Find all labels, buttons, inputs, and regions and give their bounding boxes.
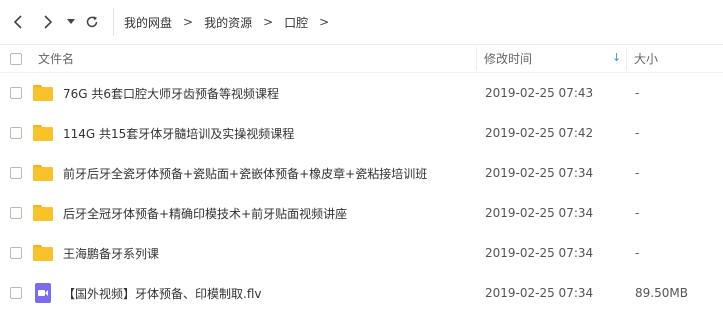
column-divider[interactable] bbox=[626, 47, 627, 70]
file-name[interactable]: 王海鹏备牙系列课 bbox=[63, 233, 159, 273]
file-name[interactable]: 前牙后牙全瓷牙体预备+瓷贴面+瓷嵌体预备+橡皮章+瓷粘接培训班 bbox=[63, 153, 427, 193]
column-header: 文件名 修改时间 ↓ 大小 bbox=[0, 45, 723, 72]
file-modified: 2019-02-25 07:34 bbox=[485, 246, 594, 260]
column-header-modified[interactable]: 修改时间 bbox=[484, 45, 532, 72]
file-name[interactable]: 76G 共6套口腔大师牙齿预备等视频课程 bbox=[63, 73, 279, 113]
column-divider[interactable] bbox=[476, 47, 477, 70]
file-name[interactable]: 114G 共15套牙体牙髓培训及实操视频课程 bbox=[63, 113, 294, 153]
breadcrumb: 我的网盘 > 我的资源 > 口腔 > bbox=[124, 13, 340, 31]
row-checkbox[interactable] bbox=[10, 287, 22, 299]
folder-icon bbox=[33, 85, 53, 101]
file-modified: 2019-02-25 07:34 bbox=[485, 166, 594, 180]
file-size: - bbox=[635, 166, 640, 180]
toolbar: 我的网盘 > 我的资源 > 口腔 > bbox=[0, 0, 723, 44]
row-checkbox[interactable] bbox=[10, 127, 22, 139]
breadcrumb-item-oral[interactable]: 口腔 bbox=[284, 14, 308, 31]
file-size: 89.50MB bbox=[635, 286, 688, 300]
refresh-icon bbox=[86, 16, 98, 28]
file-name[interactable]: 【国外视频】牙体预备、印模制取.flv bbox=[63, 273, 261, 313]
refresh-button[interactable] bbox=[82, 12, 102, 32]
select-all-checkbox[interactable] bbox=[10, 52, 22, 65]
back-button[interactable] bbox=[8, 12, 28, 32]
folder-icon bbox=[33, 125, 53, 141]
breadcrumb-item-my-netdisk[interactable]: 我的网盘 bbox=[124, 14, 172, 31]
file-modified: 2019-02-25 07:34 bbox=[485, 286, 594, 300]
folder-icon bbox=[33, 205, 53, 221]
video-file-icon bbox=[35, 283, 51, 303]
folder-icon bbox=[33, 165, 53, 181]
row-checkbox[interactable] bbox=[10, 87, 22, 99]
file-row[interactable]: 前牙后牙全瓷牙体预备+瓷贴面+瓷嵌体预备+橡皮章+瓷粘接培训班 2019-02-… bbox=[0, 153, 723, 193]
column-header-size[interactable]: 大小 bbox=[634, 45, 658, 72]
sort-descending-icon[interactable]: ↓ bbox=[612, 51, 622, 65]
breadcrumb-separator: > bbox=[263, 15, 274, 29]
column-header-name[interactable]: 文件名 bbox=[38, 45, 74, 72]
history-dropdown-button[interactable] bbox=[64, 12, 78, 32]
file-size: - bbox=[635, 126, 640, 140]
caret-down-icon bbox=[67, 19, 75, 24]
file-row[interactable]: 王海鹏备牙系列课 2019-02-25 07:34 - bbox=[0, 233, 723, 273]
file-row[interactable]: 【国外视频】牙体预备、印模制取.flv 2019-02-25 07:34 89.… bbox=[0, 273, 723, 313]
chevron-left-icon bbox=[13, 15, 22, 29]
row-checkbox[interactable] bbox=[10, 247, 22, 259]
breadcrumb-separator: > bbox=[319, 15, 330, 29]
file-size: - bbox=[635, 246, 640, 260]
file-row[interactable]: 76G 共6套口腔大师牙齿预备等视频课程 2019-02-25 07:43 - bbox=[0, 73, 723, 113]
folder-icon bbox=[33, 245, 53, 261]
file-size: - bbox=[635, 86, 640, 100]
file-modified: 2019-02-25 07:34 bbox=[485, 206, 594, 220]
file-size: - bbox=[635, 206, 640, 220]
file-row[interactable]: 后牙全冠牙体预备+精确印模技术+前牙贴面视频讲座 2019-02-25 07:3… bbox=[0, 193, 723, 233]
file-list: 76G 共6套口腔大师牙齿预备等视频课程 2019-02-25 07:43 - … bbox=[0, 73, 723, 313]
toolbar-divider bbox=[113, 8, 114, 36]
chevron-right-icon bbox=[44, 15, 53, 29]
file-browser: 我的网盘 > 我的资源 > 口腔 > 文件名 修改时间 ↓ 大小 76G 共6套… bbox=[0, 0, 723, 327]
file-name[interactable]: 后牙全冠牙体预备+精确印模技术+前牙贴面视频讲座 bbox=[63, 193, 347, 233]
breadcrumb-separator: > bbox=[183, 15, 194, 29]
file-row[interactable]: 114G 共15套牙体牙髓培训及实操视频课程 2019-02-25 07:42 … bbox=[0, 113, 723, 153]
row-checkbox[interactable] bbox=[10, 207, 22, 219]
file-modified: 2019-02-25 07:42 bbox=[485, 126, 594, 140]
file-modified: 2019-02-25 07:43 bbox=[485, 86, 594, 100]
breadcrumb-item-my-resources[interactable]: 我的资源 bbox=[204, 14, 252, 31]
forward-button[interactable] bbox=[38, 12, 58, 32]
row-checkbox[interactable] bbox=[10, 167, 22, 179]
